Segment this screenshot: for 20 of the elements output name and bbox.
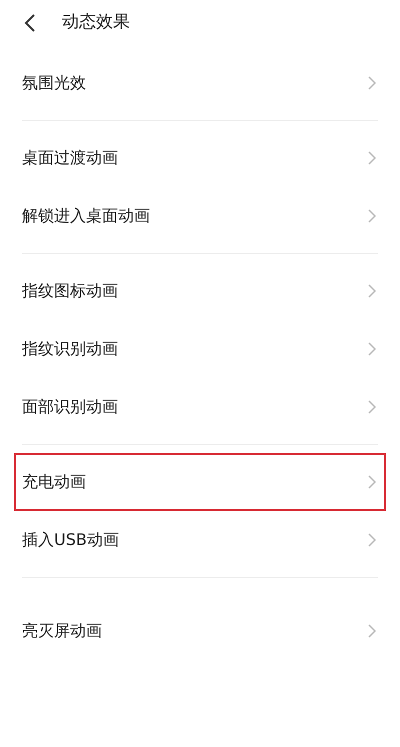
chevron-icon [368, 284, 376, 298]
page-title: 动态效果 [62, 11, 130, 34]
chevron-icon [368, 400, 376, 414]
settings-item[interactable]: 指纹图标动画 [14, 262, 386, 320]
back-icon[interactable] [24, 13, 36, 33]
settings-item[interactable]: 桌面过渡动画 [14, 129, 386, 187]
settings-item[interactable]: 面部识别动画 [14, 378, 386, 436]
settings-item[interactable]: 充电动画 [14, 453, 386, 511]
settings-item[interactable]: 亮灭屏动画 [14, 602, 386, 660]
chevron-icon [368, 475, 376, 489]
chevron-icon [368, 342, 376, 356]
chevron-icon [368, 76, 376, 90]
settings-item[interactable]: 插入USB动画 [14, 511, 386, 569]
chevron-icon [368, 209, 376, 223]
settings-item[interactable]: 氛围光效 [14, 54, 386, 112]
settings-item[interactable]: 指纹识别动画 [14, 320, 386, 378]
settings-item[interactable]: 解锁进入桌面动画 [14, 187, 386, 245]
chevron-icon [368, 624, 376, 638]
chevron-icon [368, 151, 376, 165]
chevron-icon [368, 533, 376, 547]
